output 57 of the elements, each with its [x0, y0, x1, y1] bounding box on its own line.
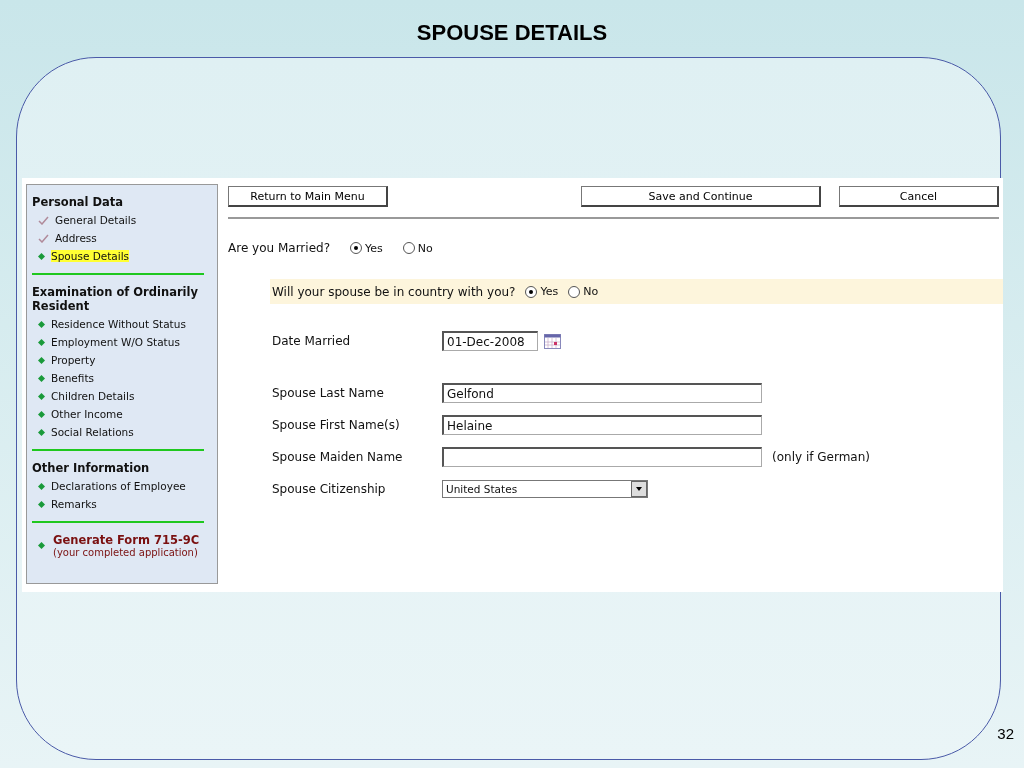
check-icon	[38, 215, 49, 225]
sidebar-link[interactable]: Other Income	[51, 408, 123, 420]
bullet-icon	[38, 356, 45, 364]
return-button[interactable]: Return to Main Menu	[228, 186, 388, 207]
bullet-icon	[38, 252, 45, 260]
bullet-icon	[38, 482, 45, 490]
page-number: 32	[997, 725, 1014, 742]
sidebar-link[interactable]: Spouse Details	[51, 250, 130, 262]
bullet-icon	[38, 428, 45, 436]
check-icon	[38, 233, 49, 243]
field-note: (only if German)	[772, 450, 870, 464]
section-heading: Other Information	[32, 461, 151, 475]
field-label: Spouse Maiden Name	[272, 450, 404, 464]
question-text: Are you Married?	[228, 241, 330, 255]
radio-label: No	[417, 241, 433, 255]
field-label: Spouse Citizenship	[272, 482, 387, 496]
section-heading: Examination of Ordinarily Resident	[32, 285, 199, 313]
sidebar-link[interactable]: Residence Without Status	[51, 318, 186, 330]
bullet-icon	[38, 410, 45, 418]
radio-button[interactable]	[568, 285, 581, 298]
text-field[interactable]	[442, 447, 762, 467]
sidebar-link[interactable]: General Details	[55, 214, 137, 226]
question-text: Will your spouse be in country with you?	[272, 284, 516, 299]
sidebar-link[interactable]: Declarations of Employee	[51, 480, 186, 492]
toolbar-button[interactable]: Cancel	[839, 186, 999, 207]
bullet-icon	[38, 542, 45, 549]
calendar-icon[interactable]	[544, 333, 561, 349]
radio-label: Yes	[540, 285, 559, 298]
sidebar-link[interactable]: Property	[51, 354, 96, 366]
radio-button[interactable]	[402, 242, 415, 254]
sidebar-link[interactable]: Children Details	[51, 390, 135, 402]
bullet-icon	[38, 500, 45, 508]
text-field[interactable]: Gelfond	[442, 383, 762, 403]
radio-button[interactable]	[525, 285, 538, 298]
bullet-icon	[38, 392, 45, 400]
toolbar-button[interactable]: Save and Continue	[581, 186, 821, 207]
section-heading: Personal Data	[32, 195, 125, 209]
radio-label: Yes	[365, 241, 383, 255]
text-field[interactable]: Helaine	[442, 415, 762, 435]
sidebar-link[interactable]: Employment W/O Status	[51, 336, 180, 348]
slide-title: SPOUSE DETAILS	[416, 20, 608, 47]
sidebar-link[interactable]: Social Relations	[51, 426, 134, 438]
bullet-icon	[38, 374, 45, 382]
date-field[interactable]: 01-Dec-2008	[442, 331, 538, 351]
sidebar-link[interactable]: Address	[55, 232, 97, 244]
bullet-icon	[38, 338, 45, 346]
sidebar-link[interactable]: Benefits	[51, 372, 94, 384]
field-label: Spouse First Name(s)	[272, 418, 401, 432]
bullet-icon	[38, 320, 45, 328]
field-label: Spouse Last Name	[272, 386, 385, 400]
generate-note: (your completed application)	[53, 547, 199, 558]
generate-form-link[interactable]: Generate Form 715-9C	[53, 533, 200, 547]
sidebar-link[interactable]: Remarks	[51, 498, 97, 510]
radio-button[interactable]	[350, 242, 362, 254]
radio-label: No	[583, 285, 599, 298]
citizenship-dropdown[interactable]: United States	[442, 480, 648, 498]
field-label: Date Married	[272, 334, 352, 348]
